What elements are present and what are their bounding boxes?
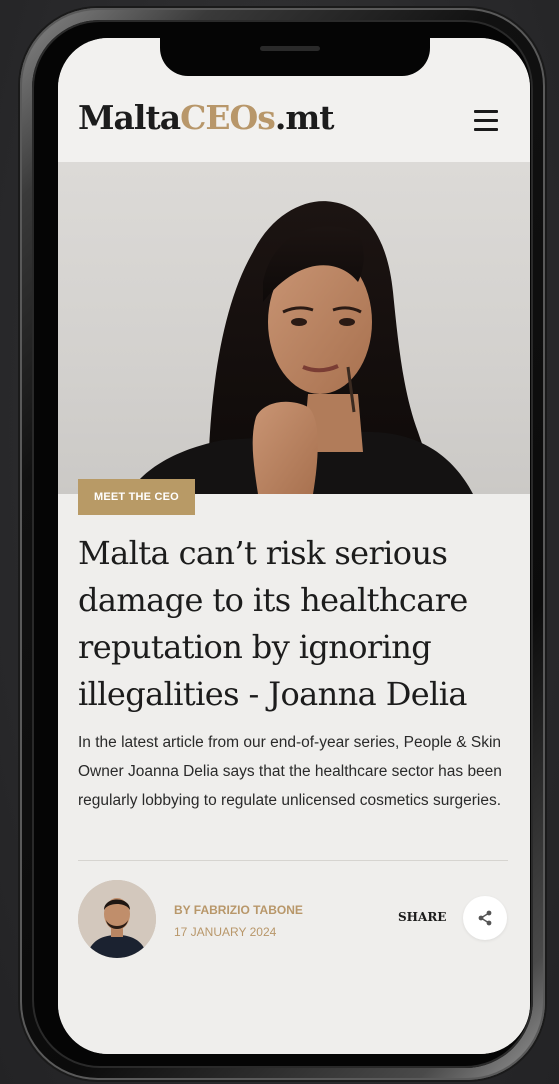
share-icon xyxy=(478,910,492,926)
article-headline[interactable]: Malta can’t risk serious damage to its h… xyxy=(78,530,518,718)
article-byline: BY FABRIZIO TABONE 17 JANUARY 2024 xyxy=(174,899,303,943)
logo-text-malta: Malta xyxy=(78,98,181,137)
logo-text-domain: .mt xyxy=(274,98,335,137)
site-logo[interactable]: MaltaCEOs.mt xyxy=(78,98,335,137)
speaker-grille xyxy=(260,46,320,51)
phone-notch xyxy=(160,38,430,76)
author-name[interactable]: BY FABRIZIO TABONE xyxy=(174,899,303,921)
avatar-photo xyxy=(78,880,156,958)
portrait-photo xyxy=(128,201,473,494)
article-excerpt: In the latest article from our end-of-ye… xyxy=(78,734,502,809)
share-label: SHARE xyxy=(398,910,447,924)
hamburger-menu-icon[interactable] xyxy=(474,110,500,132)
hero-image[interactable] xyxy=(58,162,530,494)
phone-screen: MaltaCEOs.mt MEET THE CEO Malta can’t ri… xyxy=(58,38,530,1054)
divider xyxy=(78,860,508,861)
share-button[interactable] xyxy=(463,896,507,940)
logo-text-ceos: CEOs xyxy=(180,98,276,137)
category-tag[interactable]: MEET THE CEO xyxy=(78,479,195,515)
author-avatar[interactable] xyxy=(78,880,156,958)
publish-date: 17 JANUARY 2024 xyxy=(174,925,277,939)
